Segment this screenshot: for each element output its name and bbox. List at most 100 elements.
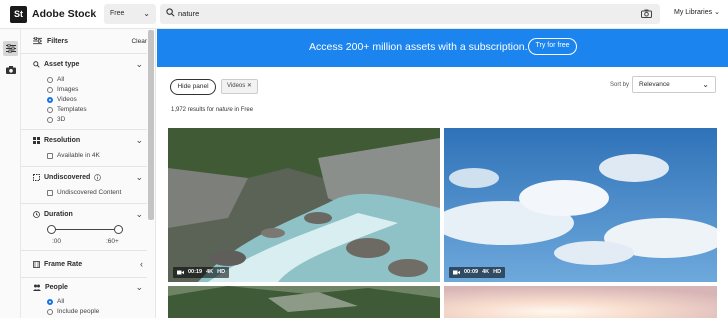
- sky-clouds-image: [444, 128, 717, 282]
- filter-panel: Filters Clear Asset type ⌄ All Images Vi…: [21, 29, 156, 318]
- asset-type-option-templates[interactable]: Templates: [47, 106, 87, 113]
- stock-logo[interactable]: St: [10, 6, 27, 23]
- results-term: nature: [215, 107, 233, 113]
- undiscovered-title: Undiscovered: [44, 174, 91, 181]
- sort-select[interactable]: Relevance ⌄: [632, 76, 716, 93]
- my-libraries-menu[interactable]: My Libraries ⌄: [674, 8, 720, 16]
- results-middle: results for: [187, 107, 215, 113]
- sliders-icon: [5, 44, 16, 53]
- camera-icon: [5, 65, 16, 74]
- my-libraries-label: My Libraries: [674, 9, 713, 16]
- search-bar[interactable]: nature: [160, 4, 660, 24]
- chevron-down-icon[interactable]: ⌄: [135, 135, 143, 146]
- video-resolution: 4K: [206, 269, 214, 275]
- duration-min-label: :00: [52, 238, 62, 245]
- video-quality: HD: [217, 269, 226, 275]
- chevron-down-icon[interactable]: ⌄: [135, 172, 143, 183]
- video-thumbnail-forest[interactable]: [168, 286, 440, 318]
- top-bar: St Adobe Stock Free ⌄ nature My Librarie…: [0, 0, 728, 29]
- duration-title: Duration: [44, 211, 73, 218]
- option-label: All: [57, 298, 65, 305]
- video-thumbnail-sunset[interactable]: [444, 286, 717, 318]
- duration-min-handle[interactable]: [47, 225, 56, 234]
- results-summary: 1,972 results for nature in Free: [171, 107, 253, 113]
- option-label: Undiscovered Content: [57, 189, 122, 196]
- search-icon: [166, 8, 175, 19]
- duration-max-label: :60+: [106, 238, 119, 245]
- radio-icon: [47, 86, 53, 93]
- people-option-all[interactable]: All: [47, 298, 64, 305]
- panel-scrollbar[interactable]: [148, 30, 154, 220]
- people-header[interactable]: People: [33, 284, 68, 291]
- duration-header[interactable]: Duration: [33, 211, 73, 218]
- resolution-4k-option[interactable]: Available in 4K: [47, 152, 100, 159]
- video-duration: 00:09: [464, 269, 479, 275]
- asset-type-option-videos[interactable]: Videos: [47, 96, 77, 103]
- hide-panel-button[interactable]: Hide panel: [170, 79, 216, 95]
- search-input[interactable]: nature: [178, 4, 199, 24]
- chip-label: Videos: [227, 83, 246, 89]
- frame-rate-title: Frame Rate: [44, 261, 83, 268]
- sunset-image: [444, 286, 717, 318]
- resolution-header[interactable]: Resolution: [33, 137, 80, 144]
- chevron-down-icon: ⌄: [702, 80, 709, 89]
- people-title: People: [45, 284, 68, 291]
- radio-icon: [47, 106, 53, 113]
- option-label: All: [57, 76, 65, 83]
- radio-selected-icon: [47, 298, 53, 305]
- asset-type-option-3d[interactable]: 3D: [47, 116, 65, 123]
- clear-filters-button[interactable]: Clear: [131, 38, 147, 45]
- undiscovered-option[interactable]: Undiscovered Content: [47, 189, 121, 196]
- clock-icon: [33, 211, 40, 218]
- sort-value: Relevance: [639, 81, 670, 88]
- radio-selected-icon: [47, 96, 53, 103]
- asset-type-option-images[interactable]: Images: [47, 86, 78, 93]
- frame-rate-header[interactable]: Frame Rate: [33, 261, 82, 268]
- option-label: Videos: [57, 96, 77, 103]
- video-duration: 00:19: [188, 269, 203, 275]
- video-resolution: 4K: [482, 269, 490, 275]
- chevron-down-icon[interactable]: ⌄: [135, 282, 143, 293]
- banner-text: Access 200+ million assets with a subscr…: [309, 41, 528, 53]
- active-filter-chip[interactable]: Videos ✕: [221, 79, 258, 94]
- option-label: Available in 4K: [57, 152, 100, 159]
- video-thumbnail-river[interactable]: 00:19 4K HD: [168, 128, 440, 282]
- radio-icon: [47, 76, 53, 83]
- try-for-free-button[interactable]: Try for free: [528, 38, 577, 55]
- visual-search-camera-icon[interactable]: [641, 9, 652, 20]
- results-suffix: in Free: [234, 107, 254, 113]
- option-label: Images: [57, 86, 79, 93]
- left-rail: [0, 29, 21, 318]
- resolution-title: Resolution: [44, 137, 81, 144]
- video-thumbnail-sky[interactable]: 00:09 4K HD: [444, 128, 717, 282]
- people-section: People ⌄ All Include people: [21, 278, 147, 318]
- license-filter-select[interactable]: Free ⌄: [104, 4, 156, 24]
- undiscovered-header[interactable]: Undiscovered: [33, 174, 102, 181]
- chevron-down-icon[interactable]: ⌄: [135, 209, 143, 220]
- option-label: Templates: [57, 106, 87, 113]
- grid-icon: [33, 137, 40, 144]
- asset-type-section: Asset type ⌄ All Images Videos Templates…: [21, 54, 147, 130]
- filter-panel-header: Filters Clear: [21, 29, 147, 54]
- asset-type-option-all[interactable]: All: [47, 76, 64, 83]
- close-icon[interactable]: ✕: [247, 83, 252, 89]
- video-camera-icon: [453, 270, 460, 275]
- checkbox-icon: [47, 152, 53, 159]
- filters-title: Filters: [47, 38, 69, 45]
- dashed-square-icon: [33, 174, 40, 181]
- duration-max-handle[interactable]: [114, 225, 123, 234]
- asset-type-header[interactable]: Asset type: [33, 61, 79, 68]
- duration-slider-track[interactable]: [51, 229, 116, 230]
- chevron-left-icon[interactable]: ‹: [140, 259, 143, 269]
- info-icon[interactable]: [94, 174, 102, 181]
- camera-search-button[interactable]: [3, 62, 18, 77]
- brand-name[interactable]: Adobe Stock: [32, 8, 96, 20]
- filters-toggle-button[interactable]: [3, 41, 18, 56]
- frame-rate-section: Frame Rate ‹: [21, 251, 147, 278]
- video-camera-icon: [177, 270, 184, 275]
- license-filter-value: Free: [110, 10, 125, 17]
- people-option-include[interactable]: Include people: [47, 308, 99, 315]
- radio-icon: [47, 116, 53, 123]
- chevron-down-icon[interactable]: ⌄: [135, 59, 143, 70]
- forest-image: [168, 286, 440, 318]
